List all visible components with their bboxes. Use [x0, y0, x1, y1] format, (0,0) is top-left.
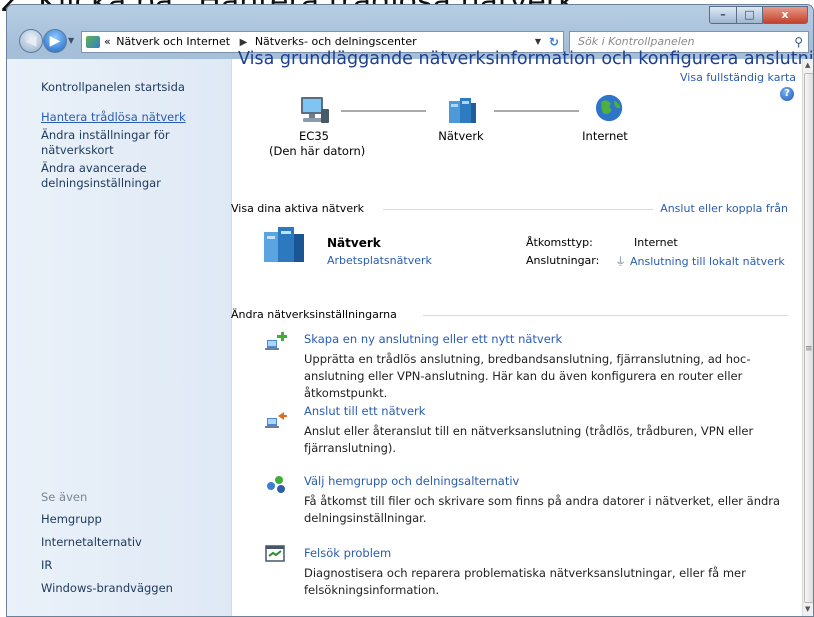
access-type-value: Internet [634, 236, 678, 249]
forward-button[interactable]: ▶ [43, 29, 67, 53]
task-new-connection-link[interactable]: Skapa en ny anslutning eller ett nytt nä… [304, 332, 562, 346]
computer-icon[interactable] [297, 95, 331, 125]
task-homegroup-desc: Få åtkomst till filer och skrivare som f… [304, 494, 781, 525]
access-type-label: Åtkomsttyp: [526, 236, 593, 249]
scroll-down-arrow-icon[interactable]: ▼ [805, 605, 810, 613]
active-networks-section-header: Visa dina aktiva nätverk Anslut eller ko… [231, 202, 788, 216]
close-button[interactable]: x [762, 6, 808, 24]
task-homegroup-link[interactable]: Välj hemgrupp och delningsalternativ [304, 474, 519, 488]
scrollbar-thumb[interactable] [804, 73, 813, 603]
connect-network-icon[interactable] [265, 410, 287, 430]
ethernet-plug-icon: ⏚ [615, 255, 626, 268]
network-type-link[interactable]: Arbetsplatsnätverk [327, 254, 432, 267]
recent-pages-dropdown-icon[interactable]: ▼ [68, 36, 74, 45]
see-also-heading: Se även [41, 490, 88, 504]
main-content-layer: Visa fullständig karta EC35 (Den här dat… [231, 58, 801, 617]
network-name: Nätverk [327, 236, 381, 250]
connection-link[interactable]: ⏚ Anslutning till lokalt nätverk [615, 253, 785, 269]
breadcrumb-chevron[interactable]: « [104, 35, 111, 48]
map-node-internet-label: Internet [582, 129, 628, 143]
breadcrumb-network-internet[interactable]: Nätverk och Internet [116, 35, 230, 48]
active-networks-heading: Visa dina aktiva nätverk [231, 202, 364, 215]
map-node-computer-label: EC35 [299, 129, 329, 143]
troubleshoot-icon[interactable] [265, 544, 287, 564]
task-troubleshoot-link[interactable]: Felsök problem [304, 546, 391, 560]
see-also-ir[interactable]: IR [41, 558, 52, 572]
internet-globe-icon[interactable] [593, 93, 627, 123]
sidebar-item-change-adapter-settings-line2[interactable]: nätverkskort [41, 143, 114, 157]
sidebar-item-control-panel-home[interactable]: Kontrollpanelen startsida [41, 80, 185, 94]
network-icon[interactable] [445, 95, 479, 125]
task-connect-network-desc: Anslut eller återanslut till en nätverks… [304, 424, 754, 455]
homegroup-icon[interactable] [265, 474, 287, 494]
control-panel-icon [86, 36, 100, 48]
task-connect-network-link[interactable]: Anslut till ett nätverk [304, 404, 425, 418]
map-node-computer-sublabel: (Den här datorn) [269, 144, 366, 158]
sidebar-item-change-adapter-settings[interactable]: Ändra inställningar för [41, 128, 170, 142]
map-link-line [341, 110, 426, 112]
task-new-connection-desc: Upprätta en trådlös anslutning, bredband… [304, 352, 751, 400]
view-full-map-link[interactable]: Visa fullständig karta [680, 71, 796, 84]
vertical-scrollbar[interactable]: ▲ ≡ ▼ [802, 59, 813, 616]
network-building-icon[interactable] [262, 224, 308, 264]
section-divider [383, 209, 653, 210]
sidebar-item-manage-wireless-networks[interactable]: Hantera trådlösa nätverk [41, 110, 186, 124]
maximize-button[interactable]: □ [736, 6, 763, 24]
change-settings-section-header: Ändra nätverksinställningarna [231, 308, 788, 322]
map-node-network-label: Nätverk [438, 129, 484, 143]
sidebar-item-advanced-sharing[interactable]: Ändra avancerade [41, 161, 147, 175]
connect-disconnect-link[interactable]: Anslut eller koppla från [660, 202, 788, 215]
see-also-internet-options[interactable]: Internetalternativ [41, 535, 142, 549]
connection-link-text[interactable]: Anslutning till lokalt nätverk [630, 255, 785, 268]
see-also-homegroup[interactable]: Hemgrupp [41, 512, 102, 526]
back-button[interactable]: ◀ [19, 29, 43, 53]
breadcrumb-network-sharing-center[interactable]: Nätverks- och delningscenter [255, 35, 417, 48]
sidebar-item-advanced-sharing-line2[interactable]: delningsinställningar [41, 176, 161, 190]
search-placeholder: Sök i Kontrollpanelen [578, 35, 695, 48]
see-also-windows-firewall[interactable]: Windows-brandväggen [41, 581, 173, 595]
connections-label: Anslutningar: [526, 254, 600, 267]
scroll-up-arrow-icon[interactable]: ▲ [805, 61, 810, 69]
new-connection-icon[interactable] [265, 332, 287, 352]
scrollbar-grip-icon: ≡ [805, 344, 813, 354]
minimize-button[interactable]: – [709, 6, 737, 24]
map-link-line [494, 110, 579, 112]
breadcrumb-arrow-icon[interactable]: ▶ [240, 37, 248, 48]
section-divider [423, 315, 788, 316]
change-settings-heading: Ändra nätverksinställningarna [231, 308, 397, 321]
task-troubleshoot-desc: Diagnostisera och reparera problematiska… [304, 566, 746, 597]
sidebar: Kontrollpanelen startsida Hantera trådlö… [7, 59, 232, 616]
